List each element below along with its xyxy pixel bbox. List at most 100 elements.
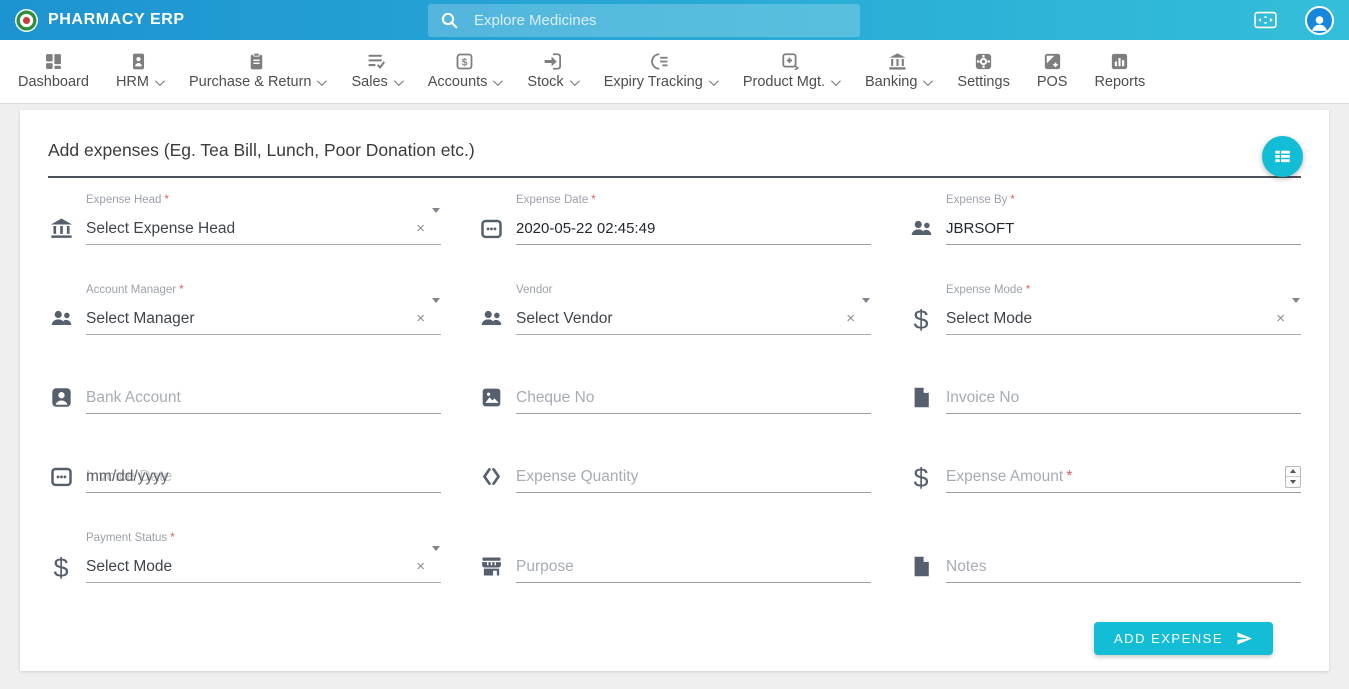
caret-down-icon	[432, 208, 440, 213]
chevron-down-icon	[317, 76, 327, 86]
field-label: Expense Date	[516, 194, 588, 206]
search-input[interactable]	[474, 12, 847, 29]
field-expense-amount: $ Expense Amount*	[908, 453, 1301, 493]
field-bank-account: Bank Account	[48, 374, 441, 414]
bank-icon	[889, 53, 906, 70]
field-label: Expense Mode	[946, 284, 1023, 296]
input-value: JBRSOFT	[946, 220, 1014, 237]
list-check-icon	[368, 53, 385, 70]
form-row-5: $ Payment Status* Select Mode ×	[48, 532, 1301, 583]
clipboard-icon	[248, 53, 265, 70]
nav-item-product-mgt[interactable]: Product Mgt.	[743, 53, 838, 90]
clear-icon[interactable]: ×	[1276, 311, 1285, 326]
field-expense-quantity: Expense Quantity	[478, 453, 871, 493]
expiry-tracking-icon	[651, 53, 668, 70]
field-account-manager: Account Manager* Select Manager ×	[48, 284, 441, 335]
spinner-up-icon[interactable]	[1286, 467, 1300, 478]
file-icon	[908, 386, 934, 409]
selected-value: Select Manager	[86, 310, 195, 328]
field-purpose: Purpose	[478, 532, 871, 583]
cheque-no-input[interactable]: Cheque No	[516, 382, 871, 414]
users-icon	[478, 307, 504, 330]
input-placeholder: Expense Amount	[946, 468, 1063, 485]
clear-icon[interactable]: ×	[416, 311, 425, 326]
nav-item-pos[interactable]: POS	[1037, 53, 1068, 90]
calendar-icon	[478, 217, 504, 240]
users-icon	[908, 217, 934, 240]
add-expense-card: Add expenses (Eg. Tea Bill, Lunch, Poor …	[20, 110, 1329, 671]
nav-item-expiry-tracking[interactable]: Expiry Tracking	[604, 53, 716, 90]
expense-by-input[interactable]: JBRSOFT	[946, 213, 1301, 245]
nav-item-dashboard[interactable]: Dashboard	[18, 53, 89, 90]
chevron-down-icon	[831, 76, 841, 86]
brand: PHARMACY ERP	[14, 8, 428, 33]
chevron-down-icon	[155, 76, 165, 86]
clear-icon[interactable]: ×	[416, 559, 425, 574]
medicine-searchbox[interactable]	[428, 4, 860, 37]
id-badge-icon	[130, 53, 147, 70]
users-icon	[48, 307, 74, 330]
expense-mode-select[interactable]: Select Mode ×	[946, 303, 1301, 335]
expense-head-select[interactable]: Select Expense Head ×	[86, 213, 441, 245]
field-label: Vendor	[516, 284, 552, 296]
field-invoice-date: Invoice Date mm/dd/yyyy	[48, 453, 441, 493]
nav-item-reports[interactable]: Reports	[1094, 53, 1145, 90]
title-divider	[48, 176, 1301, 178]
pos-icon	[1044, 53, 1061, 70]
bank-account-input[interactable]: Bank Account	[86, 382, 441, 414]
input-placeholder: Invoice No	[946, 389, 1019, 407]
selected-value: Select Mode	[946, 310, 1032, 328]
expense-quantity-input[interactable]: Expense Quantity	[516, 461, 871, 493]
form-row-1: Expense Head* Select Expense Head × Expe…	[48, 194, 1301, 245]
spinner-down-icon[interactable]	[1286, 477, 1300, 487]
field-payment-status: $ Payment Status* Select Mode ×	[48, 532, 441, 583]
dollar-icon: $	[908, 309, 934, 332]
search-icon	[441, 12, 458, 29]
expense-date-input[interactable]: 2020-05-22 02:45:49	[516, 213, 871, 245]
clear-icon[interactable]: ×	[846, 311, 855, 326]
nav-item-banking[interactable]: Banking	[865, 53, 930, 90]
content-area: Add expenses (Eg. Tea Bill, Lunch, Poor …	[0, 104, 1349, 689]
clear-icon[interactable]: ×	[416, 221, 425, 236]
notes-input[interactable]: Notes	[946, 551, 1301, 583]
fullscreen-icon[interactable]	[1254, 11, 1277, 29]
nav-item-accounts[interactable]: Accounts	[428, 53, 501, 90]
purpose-input[interactable]: Purpose	[516, 551, 871, 583]
invoice-date-input[interactable]: Invoice Date mm/dd/yyyy	[86, 461, 441, 493]
calendar-icon	[48, 465, 74, 488]
payment-status-select[interactable]: Select Mode ×	[86, 551, 441, 583]
nav-item-purchase-return[interactable]: Purchase & Return	[189, 53, 325, 90]
nav-item-stock[interactable]: Stock	[527, 53, 576, 90]
expense-amount-input[interactable]: Expense Amount*	[946, 461, 1301, 493]
expense-list-button[interactable]	[1262, 136, 1303, 177]
add-expense-button[interactable]: ADD EXPENSE	[1094, 622, 1273, 655]
input-placeholder: Purpose	[516, 558, 574, 576]
field-label: Expense Head	[86, 194, 161, 206]
top-header: PHARMACY ERP	[0, 0, 1349, 40]
selected-value: Select Expense Head	[86, 220, 235, 238]
table-list-icon	[1274, 148, 1291, 165]
add-expense-form: Expense Head* Select Expense Head × Expe…	[20, 178, 1329, 671]
field-label: Expense By	[946, 194, 1007, 206]
selected-value: Select Vendor	[516, 310, 613, 328]
nav-item-settings[interactable]: Settings	[957, 53, 1009, 90]
stock-in-icon	[544, 53, 561, 70]
invoice-no-input[interactable]: Invoice No	[946, 382, 1301, 414]
user-avatar[interactable]	[1305, 6, 1334, 35]
form-row-2: Account Manager* Select Manager × Vendor	[48, 284, 1301, 335]
nav-item-hrm[interactable]: HRM	[116, 53, 162, 90]
caret-down-icon	[432, 298, 440, 303]
caret-down-icon	[862, 298, 870, 303]
field-label: Account Manager	[86, 284, 176, 296]
required-marker: *	[170, 532, 174, 544]
field-cheque-no: Cheque No	[478, 374, 871, 414]
vendor-select[interactable]: Select Vendor ×	[516, 303, 871, 335]
field-expense-by: Expense By* JBRSOFT	[908, 194, 1301, 245]
date-format-placeholder: mm/dd/yyyy	[86, 468, 169, 486]
number-spinner[interactable]	[1285, 466, 1301, 488]
account-manager-select[interactable]: Select Manager ×	[86, 303, 441, 335]
field-expense-date: Expense Date* 2020-05-22 02:45:49	[478, 194, 871, 245]
nav-item-sales[interactable]: Sales	[351, 53, 400, 90]
caret-down-icon	[1292, 298, 1300, 303]
field-expense-head: Expense Head* Select Expense Head ×	[48, 194, 441, 245]
